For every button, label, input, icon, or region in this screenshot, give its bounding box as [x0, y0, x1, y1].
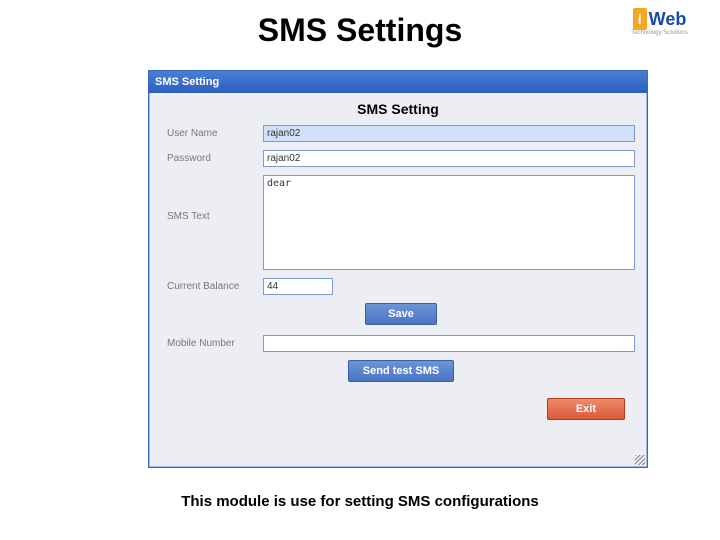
balance-label: Current Balance	[167, 281, 263, 292]
send-test-sms-button[interactable]: Send test SMS	[348, 360, 454, 382]
password-input[interactable]	[263, 150, 635, 167]
logo-web-text: Web	[649, 9, 687, 30]
sms-text-label: SMS Text	[167, 175, 263, 222]
window-title-text: SMS Setting	[155, 76, 219, 88]
logo-subtext: Technology Solutions	[631, 30, 688, 36]
resize-grip-icon[interactable]	[635, 455, 645, 465]
mobile-input[interactable]	[263, 335, 635, 352]
brand-logo: i Web Technology Solutions	[617, 8, 702, 58]
sms-text-input[interactable]: dear	[263, 175, 635, 270]
panel-heading: SMS Setting	[149, 101, 647, 117]
logo-i-icon: i	[633, 8, 647, 30]
username-input[interactable]	[263, 125, 635, 142]
form-area: User Name Password SMS Text dear Current…	[149, 123, 647, 426]
balance-input[interactable]	[263, 278, 333, 295]
save-button[interactable]: Save	[365, 303, 437, 325]
exit-button[interactable]: Exit	[547, 398, 625, 420]
sms-setting-window: SMS Setting SMS Setting User Name Passwo…	[148, 70, 648, 468]
mobile-label: Mobile Number	[167, 338, 263, 349]
username-label: User Name	[167, 128, 263, 139]
password-label: Password	[167, 153, 263, 164]
slide-caption: This module is use for setting SMS confi…	[0, 493, 720, 510]
slide-title: SMS Settings	[0, 12, 720, 49]
window-titlebar[interactable]: SMS Setting	[149, 71, 647, 93]
